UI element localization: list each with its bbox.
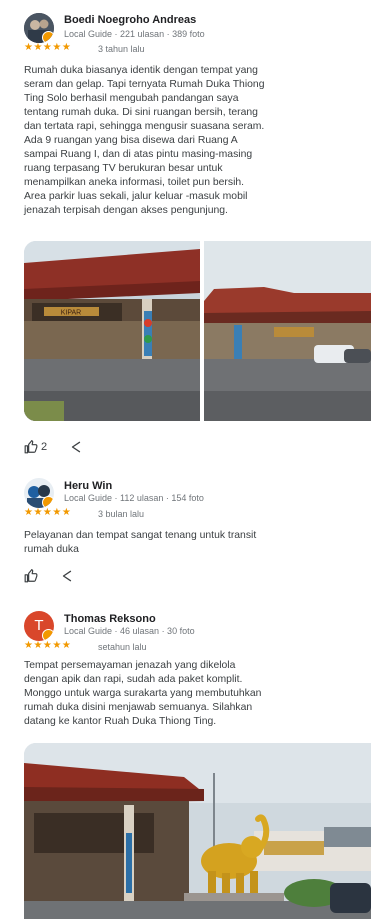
share-button[interactable] — [69, 440, 83, 454]
review-date: 3 tahun lalu — [98, 44, 145, 54]
avatar[interactable] — [24, 13, 54, 43]
review-card: Boedi Noegroho Andreas Local Guide · 221… — [0, 0, 371, 454]
like-button[interactable] — [24, 569, 38, 583]
share-icon — [62, 570, 72, 582]
review-card: T Thomas Reksono Local Guide · 46 ulasan… — [0, 603, 371, 919]
review-text: Rumah duka biasanya identik dengan tempa… — [24, 65, 265, 216]
review-text: Tempat persemayaman jenazah yang dikelol… — [24, 660, 262, 727]
reviewer-name[interactable]: Thomas Reksono — [64, 613, 156, 625]
rating-stars: ★★★★★ — [24, 42, 72, 53]
review-photo[interactable] — [204, 241, 371, 421]
avatar[interactable]: T — [24, 611, 54, 641]
building-sign: KIPAR — [61, 310, 82, 317]
avatar[interactable] — [24, 478, 54, 508]
share-button[interactable] — [60, 569, 74, 583]
share-icon — [71, 441, 81, 453]
review-date: setahun lalu — [98, 642, 147, 652]
like-button[interactable]: 2 — [24, 440, 47, 454]
thumbs-up-icon — [24, 440, 38, 454]
review-photo[interactable] — [24, 743, 371, 919]
review-text: Pelayanan dan tempat sangat tenang untuk… — [24, 530, 257, 555]
reviewer-name[interactable]: Heru Win — [64, 480, 112, 492]
review-actions — [24, 567, 96, 585]
reviewer-meta: Local Guide · 221 ulasan · 389 foto — [64, 29, 205, 39]
rating-stars: ★★★★★ — [24, 507, 72, 518]
review-card: Heru Win Local Guide · 112 ulasan · 154 … — [0, 470, 371, 590]
review-photo[interactable]: KIPAR — [24, 241, 200, 421]
reviewer-meta: Local Guide · 46 ulasan · 30 foto — [64, 626, 195, 636]
thumbs-up-icon — [24, 569, 38, 583]
reviewer-meta: Local Guide · 112 ulasan · 154 foto — [64, 493, 204, 503]
review-actions: 2 — [24, 438, 105, 456]
reviewer-name[interactable]: Boedi Noegroho Andreas — [64, 14, 196, 26]
like-count: 2 — [41, 441, 48, 453]
rating-stars: ★★★★★ — [24, 640, 72, 651]
review-date: 3 bulan lalu — [98, 509, 145, 519]
